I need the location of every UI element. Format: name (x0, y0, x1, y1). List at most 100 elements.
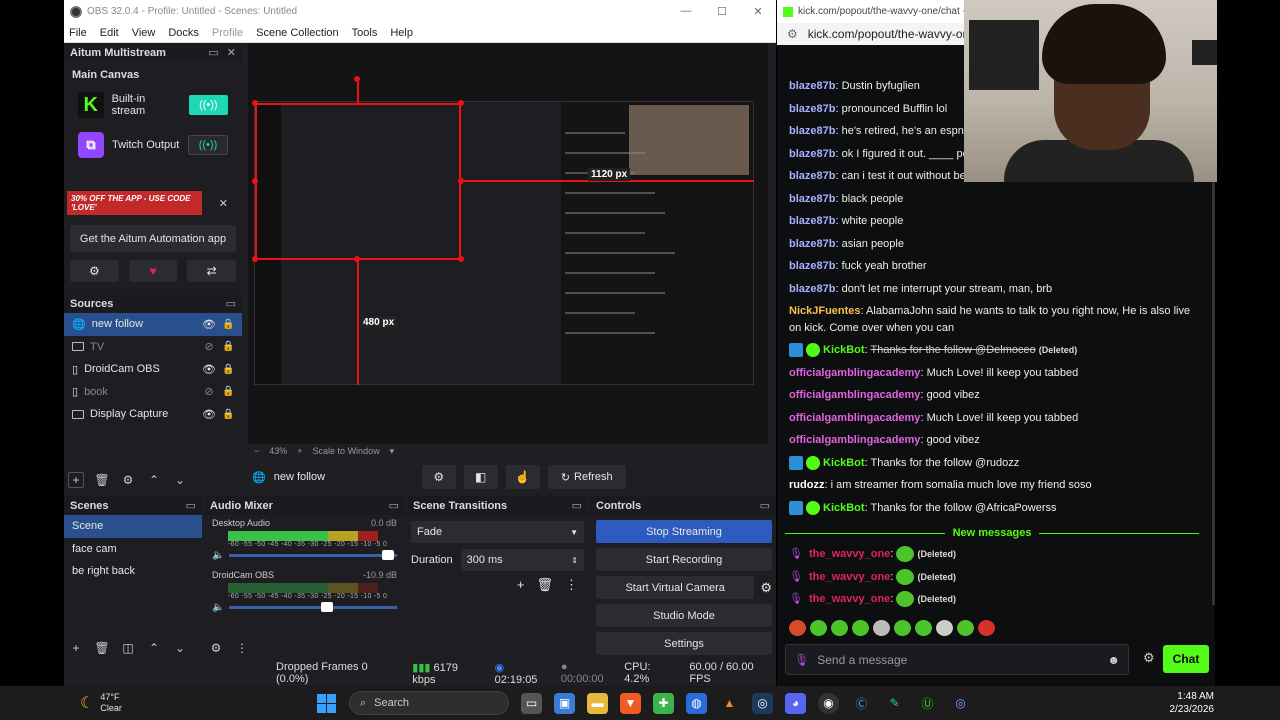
selection-box[interactable] (255, 103, 461, 260)
menu-help[interactable]: Help (390, 27, 413, 39)
browser-globe-icon[interactable]: ◍ (686, 692, 707, 714)
scene-item[interactable]: face cam (64, 538, 202, 561)
source-item[interactable]: 🌐 new follow 👁 🔒 (64, 313, 242, 336)
move-up-icon[interactable]: ⌃ (146, 472, 162, 488)
chat-username[interactable]: KickBot (823, 502, 865, 514)
resize-handle[interactable] (354, 256, 360, 262)
steam-icon[interactable]: ◎ (752, 692, 773, 714)
resize-handle[interactable] (458, 178, 464, 184)
eye-closed-icon[interactable]: ⊘ (202, 340, 216, 353)
virtual-camera-gear-icon[interactable]: ⚙ (760, 580, 772, 596)
chat-username[interactable]: blaze87b (789, 103, 835, 115)
trash-icon[interactable]: 🗑 (94, 640, 110, 656)
emote-icon[interactable] (831, 620, 848, 636)
add-source-icon[interactable]: + (68, 472, 84, 488)
broadcast-toggle-icon[interactable]: ((•)) (188, 135, 228, 155)
refresh-button[interactable]: ↻ Refresh (547, 465, 626, 489)
source-item[interactable]: ▯ DroidCam OBS 👁 🔒 (64, 358, 242, 381)
filters-icon[interactable]: ◧ (463, 465, 498, 489)
volume-slider[interactable] (229, 550, 397, 560)
undock-icon[interactable]: ▭ (389, 499, 399, 512)
lock-icon[interactable]: 🔒 (222, 409, 234, 420)
trash-icon[interactable]: 🗑 (536, 577, 553, 593)
chat-username[interactable]: officialgamblingacademy (789, 412, 920, 424)
transition-select[interactable]: Fade ▼ (411, 521, 584, 543)
scene-item[interactable]: Scene (64, 515, 202, 538)
resize-handle[interactable] (458, 100, 464, 106)
gamepad-icon[interactable]: ✚ (653, 692, 674, 714)
maximize-icon[interactable]: ☐ (704, 5, 740, 18)
settings-button[interactable]: Settings (596, 632, 772, 655)
menu-view[interactable]: View (132, 27, 156, 39)
menu-scene-collection[interactable]: Scene Collection (256, 27, 339, 39)
preview-canvas[interactable]: 1120 px 480 px (248, 43, 768, 444)
chat-username[interactable]: blaze87b (789, 170, 835, 182)
file-explorer-icon[interactable]: ▬ (587, 692, 608, 714)
settings-gear-icon[interactable]: ⚙ (70, 260, 119, 282)
move-down-icon[interactable]: ⌄ (172, 472, 188, 488)
zoom-mode[interactable]: Scale to Window (313, 446, 380, 456)
emote-icon[interactable] (894, 620, 911, 636)
minimize-icon[interactable]: — (668, 5, 704, 18)
chat-username[interactable]: NickJFuentes (789, 305, 861, 317)
chat-username[interactable]: officialgamblingacademy (789, 389, 920, 401)
discord-icon[interactable]: ◕ (785, 692, 806, 714)
broadcast-toggle-icon[interactable]: ((•)) (188, 95, 228, 115)
menu-docks[interactable]: Docks (168, 27, 199, 39)
emoji-icon[interactable]: ☻ (1107, 653, 1120, 667)
speaker-icon[interactable]: 🔈 (212, 602, 224, 613)
chat-username[interactable]: blaze87b (789, 238, 835, 250)
lock-icon[interactable]: 🔒 (222, 386, 234, 397)
menu-profile[interactable]: Profile (212, 27, 243, 39)
eye-icon[interactable]: 👁 (202, 363, 216, 376)
system-clock[interactable]: 1:48 AM 2/23/2026 (1170, 690, 1215, 716)
start-recording-button[interactable]: Start Recording (596, 548, 772, 571)
chat-username[interactable]: blaze87b (789, 193, 835, 205)
resize-handle[interactable] (458, 256, 464, 262)
emote-icon[interactable] (873, 620, 890, 636)
start-virtual-camera-button[interactable]: Start Virtual Camera (596, 576, 755, 599)
taskbar-search[interactable]: ⌕ Search (349, 691, 509, 715)
chat-username[interactable]: blaze87b (789, 260, 835, 272)
heart-icon[interactable]: ♥ (128, 260, 178, 282)
speaker-icon[interactable]: 🔈 (212, 550, 224, 561)
source-properties-gear-icon[interactable]: ⚙ (421, 465, 456, 489)
lock-icon[interactable]: 🔒 (222, 341, 234, 352)
advanced-audio-gear-icon[interactable]: ⚙ (208, 640, 224, 656)
network-globe-icon[interactable]: ◎ (950, 693, 971, 714)
emote-icon[interactable] (915, 620, 932, 636)
scene-filters-icon[interactable]: ◫ (120, 640, 136, 656)
zoom-out-icon[interactable]: − (254, 446, 259, 456)
task-view-icon[interactable]: ▭ (521, 692, 542, 714)
volume-knob[interactable] (321, 602, 334, 612)
chat-settings-icon[interactable]: ⚙ (1143, 650, 1155, 666)
new-messages-divider[interactable]: New messages (785, 527, 1200, 539)
chat-username[interactable]: blaze87b (789, 283, 835, 295)
chat-username[interactable]: officialgamblingacademy (789, 367, 920, 379)
emote-icon[interactable] (789, 620, 806, 636)
zoom-in-icon[interactable]: + (297, 446, 302, 456)
chat-username[interactable]: blaze87b (789, 125, 835, 137)
volume-slider[interactable] (229, 602, 397, 612)
duration-input[interactable]: 300 ms ⇕ (460, 549, 584, 571)
lock-icon[interactable]: 🔒 (222, 319, 234, 330)
move-up-icon[interactable]: ⌃ (146, 640, 162, 656)
eye-icon[interactable]: 👁 (202, 408, 216, 421)
weather-widget[interactable]: ☾ 47°F Clear (0, 692, 300, 714)
emote-icon[interactable] (957, 620, 974, 636)
eye-closed-icon[interactable]: ⊘ (202, 385, 216, 398)
menu-edit[interactable]: Edit (100, 27, 119, 39)
source-item[interactable]: Display Capture 👁 🔒 (64, 403, 242, 426)
brave-browser-icon[interactable]: ▼ (620, 692, 641, 714)
site-info-icon[interactable]: ⚙ (787, 27, 798, 41)
stop-streaming-button[interactable]: Stop Streaming (596, 520, 772, 543)
pen-icon[interactable]: ✎ (884, 693, 905, 714)
close-icon[interactable]: ✕ (740, 5, 776, 18)
chat-username[interactable]: the_wavvy_one (809, 548, 890, 560)
undock-icon[interactable]: ▭ (226, 297, 236, 310)
scene-item[interactable]: be right back (64, 560, 202, 583)
lock-icon[interactable]: 🔒 (222, 364, 234, 375)
resize-handle[interactable] (252, 178, 258, 184)
properties-gear-icon[interactable]: ⚙ (120, 472, 136, 488)
source-item[interactable]: ▯ book ⊘ 🔒 (64, 381, 242, 404)
